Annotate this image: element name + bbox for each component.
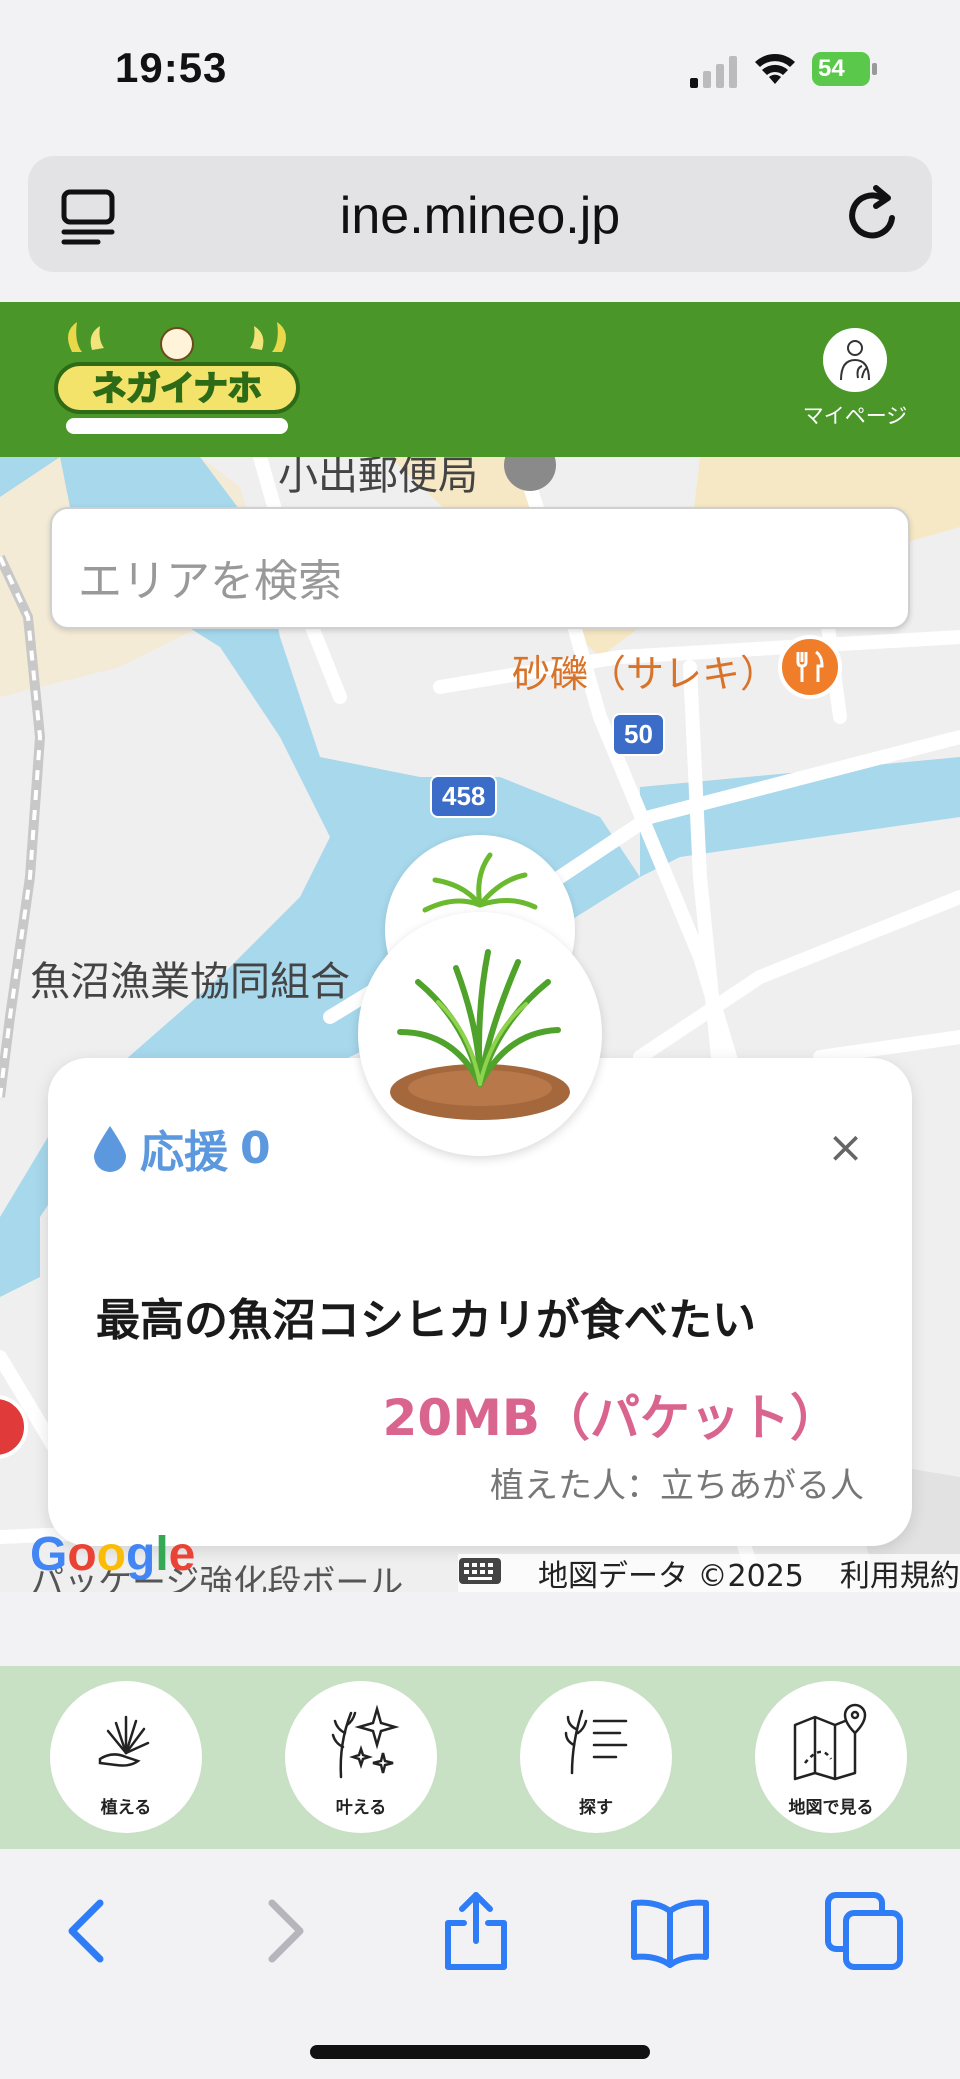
terms-link[interactable]: 利用規約 [840,1551,960,1592]
map-view[interactable]: 小出郵便局 砂礫（サレキ） 50 458 魚沼漁業協同組合 パッケージ強化段ボー… [0,457,960,1592]
list-rice-icon [564,1709,628,1775]
sparkle-rice-icon [331,1704,400,1779]
area-search-input[interactable]: エリアを検索 [50,507,910,629]
nav-plant-label: 植える [100,1798,152,1818]
share-icon[interactable] [434,1889,518,1973]
status-bar: 19:53 54 [0,0,960,140]
negaiinaho-logo[interactable]: ネガイナホ [52,322,302,440]
wifi-icon [755,54,795,84]
planter-text: 植えた人：立ちあがる人 [490,1466,864,1506]
app-bottom-nav: 植える 叶える 探す 地図で見る [0,1666,960,1849]
support-counter: 応援 0 [92,1116,271,1180]
cellular-signal-icon [690,56,737,88]
keyboard-shortcuts-icon[interactable] [458,1557,502,1585]
route-458-shield: 458 [430,775,498,818]
plant-hand-icon [98,1715,150,1767]
forward-icon[interactable] [244,1889,328,1973]
address-bar[interactable]: ine.mineo.jp [28,156,932,272]
app-header: ネガイナホ マイページ [0,302,960,457]
restaurant-pin-icon[interactable] [778,635,842,699]
route-50-shield: 50 [612,713,665,756]
close-icon[interactable]: × [827,1122,864,1173]
mypage-button[interactable]: マイページ [800,328,910,430]
nav-map-button[interactable]: 地図で見る [755,1681,907,1833]
map-label-post-office: 小出郵便局 [278,457,478,499]
back-icon[interactable] [44,1889,128,1973]
mypage-label: マイページ [802,404,908,428]
folded-map-icon [793,1703,867,1781]
browser-toolbar [0,1849,960,2079]
nav-grant-label: 叶える [335,1798,387,1818]
battery-icon: 54 [812,52,878,86]
support-label: 応援 [140,1127,228,1178]
reload-icon[interactable] [842,184,904,246]
user-plant-icon [840,340,870,381]
home-indicator[interactable] [310,2045,650,2059]
wish-text: 最高の魚沼コシヒカリが食べたい [96,1295,756,1346]
map-data-text: 地図データ ©2025 [538,1559,804,1592]
reward-text: 20MB（パケット） [382,1389,840,1447]
status-time: 19:53 [115,44,228,91]
nav-plant-button[interactable]: 植える [50,1681,202,1833]
nav-search-label: 探す [579,1798,613,1818]
map-attribution: 地図データ ©2025 利用規約 [458,1554,960,1592]
nav-search-button[interactable]: 探す [520,1681,672,1833]
rice-seedling-icon [358,912,602,1156]
battery-level: 54 [818,55,845,82]
nav-map-label: 地図で見る [788,1798,874,1818]
tabs-icon[interactable] [822,1889,906,1973]
url-text[interactable]: ine.mineo.jp [28,186,932,246]
map-label-fishery: 魚沼漁業協同組合 [30,959,350,1005]
google-logo: Google [30,1528,196,1581]
nav-grant-button[interactable]: 叶える [285,1681,437,1833]
bookmarks-icon[interactable] [628,1889,712,1973]
water-drop-icon [94,1126,126,1172]
support-count: 0 [240,1122,271,1174]
svg-text:ネガイナホ: ネガイナホ [92,369,261,409]
map-label-restaurant[interactable]: 砂礫（サレキ） [512,643,778,698]
